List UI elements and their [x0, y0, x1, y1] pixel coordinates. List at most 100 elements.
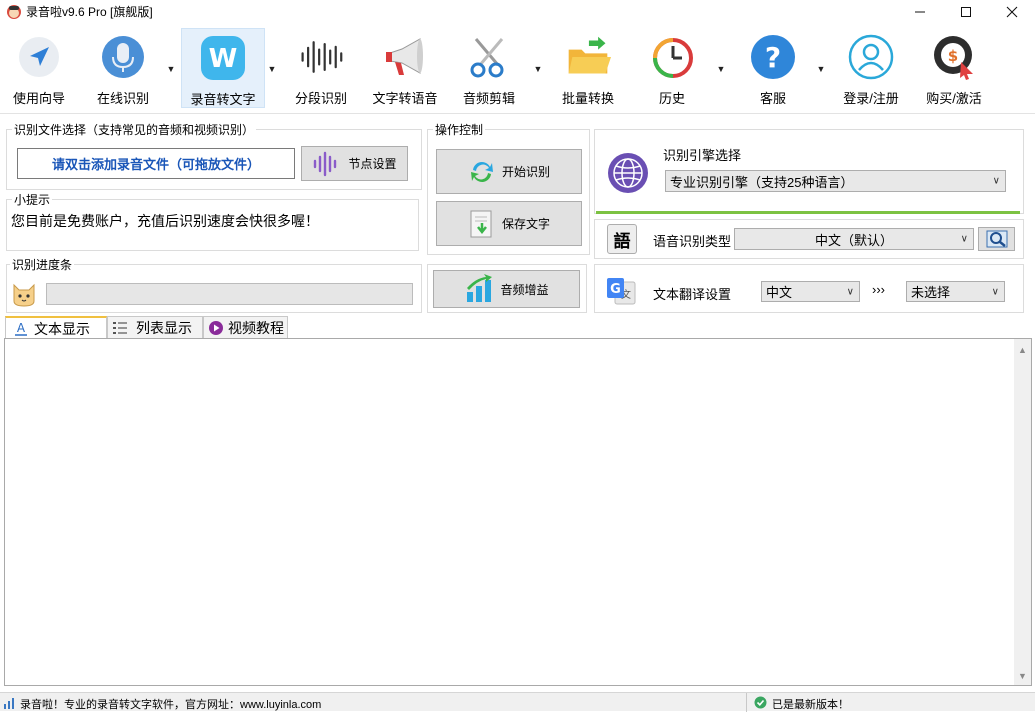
tab-list-display[interactable]: 列表显示 [107, 316, 203, 338]
translate-to-value: 未选择 [911, 285, 951, 300]
engine-select-value: 专业识别引擎（支持25种语言） [670, 174, 854, 190]
toolbar-guide-button[interactable]: 使用向导 [6, 28, 72, 108]
online-recognition-dropdown-icon[interactable]: ▼ [166, 64, 176, 74]
scroll-up-icon[interactable]: ▲ [1018, 345, 1027, 355]
window-title: 录音啦v9.6 Pro [旗舰版] [26, 5, 153, 19]
svg-text:$: $ [948, 47, 958, 65]
globe-icon [607, 152, 649, 194]
engine-select[interactable]: 专业识别引擎（支持25种语言） ∨ [665, 170, 1006, 192]
tips-group-label: 小提示 [12, 191, 53, 208]
support-dropdown-icon[interactable]: ▼ [816, 64, 826, 74]
check-cloud-icon [754, 696, 767, 709]
toolbar-label: 使用向导 [12, 91, 65, 106]
progress-bar [46, 283, 413, 305]
toolbar-history-button[interactable]: 历史 [637, 28, 707, 108]
search-button[interactable] [978, 227, 1015, 251]
help-question-icon: ? [750, 34, 796, 80]
purchase-coin-icon: $ [931, 34, 977, 80]
play-icon [208, 320, 224, 336]
main-toolbar: 使用向导 在线识别 ▼ W 录音转文字 ▼ 分段识别 文字转语音 音频剪辑 ▼ [0, 24, 1035, 114]
toolbar-online-recognition-button[interactable]: 在线识别 [88, 28, 158, 108]
save-document-icon [468, 209, 496, 239]
status-divider [746, 693, 747, 712]
toolbar-label: 在线识别 [96, 91, 149, 106]
cat-mascot-icon [10, 279, 38, 307]
soundwave-icon [298, 34, 344, 80]
scissors-icon [466, 34, 512, 80]
navigation-arrow-icon [16, 34, 62, 80]
translate-from-value: 中文 [766, 285, 793, 300]
gain-chart-icon [464, 274, 494, 304]
microphone-icon [100, 34, 146, 80]
audio-gain-label: 音频增益 [500, 282, 549, 297]
svg-text:?: ? [765, 41, 781, 74]
translate-to-select[interactable]: 未选择 ∨ [906, 281, 1005, 302]
title-bar: 录音啦v9.6 Pro [旗舰版] [0, 0, 1035, 24]
toolbar-audio-clip-button[interactable]: 音频剪辑 [455, 28, 523, 108]
toolbar-label: 历史 [658, 91, 685, 106]
toolbar-label: 文字转语音 [372, 91, 438, 106]
tab-label: 视频教程 [228, 319, 284, 336]
megaphone-icon [382, 34, 428, 80]
tab-text-display[interactable]: A 文本显示 [5, 316, 107, 339]
toolbar-login-button[interactable]: 登录/注册 [836, 28, 906, 108]
translate-label: 文本翻译设置 [653, 287, 732, 302]
audio-wave-icon [312, 151, 338, 177]
engine-status-line [596, 211, 1020, 214]
toolbar-text-to-speech-button[interactable]: 文字转语音 [366, 28, 444, 108]
vertical-scrollbar[interactable]: ▲ ▼ [1014, 339, 1031, 685]
tab-label: 文本显示 [34, 320, 90, 337]
minimize-button[interactable] [897, 0, 943, 24]
toolbar-label: 批量转换 [561, 91, 614, 106]
history-clock-icon [649, 34, 695, 80]
language-icon-button[interactable]: 語 [607, 224, 637, 254]
audio-clip-dropdown-icon[interactable]: ▼ [533, 64, 543, 74]
toolbar-label: 购买/激活 [926, 91, 982, 106]
status-bar: 录音啦！专业的录音转文字软件，官方网址：www.luyinla.com 已是最新… [0, 692, 1035, 712]
svg-text:G: G [610, 282, 621, 297]
w-app-icon: W [200, 35, 246, 81]
scroll-down-icon[interactable]: ▼ [1018, 671, 1027, 681]
refresh-icon [468, 158, 496, 186]
signal-bars-icon [3, 696, 16, 709]
close-button[interactable] [989, 0, 1035, 24]
user-icon [848, 34, 894, 80]
toolbar-segment-recognition-button[interactable]: 分段识别 [288, 28, 354, 108]
start-recognition-label: 开始识别 [501, 165, 550, 179]
toolbar-support-button[interactable]: ? 客服 [738, 28, 808, 108]
toolbar-label: 登录/注册 [843, 91, 899, 106]
chevron-down-icon: ∨ [991, 286, 999, 297]
svg-text:A: A [17, 321, 26, 335]
maximize-button[interactable] [943, 0, 989, 24]
translate-arrows: ››› [872, 282, 885, 297]
recognized-text-area[interactable]: ▲ ▼ [4, 338, 1032, 686]
status-left-text: 录音啦！专业的录音转文字软件，官方网址：www.luyinla.com [20, 699, 322, 711]
toolbar-label: 客服 [759, 91, 786, 106]
tab-video-tutorial[interactable]: 视频教程 [203, 316, 288, 338]
app-logo-icon [6, 4, 22, 20]
audio-gain-button[interactable]: 音频增益 [433, 270, 580, 308]
save-text-button[interactable]: 保存文字 [436, 201, 582, 246]
toolbar-audio-to-text-button[interactable]: W 录音转文字 [181, 28, 265, 108]
toolbar-batch-convert-button[interactable]: 批量转换 [553, 28, 623, 108]
tips-text: 您目前是免费账户，充值后识别速度会快很多喔！ [11, 213, 319, 229]
save-text-label: 保存文字 [501, 217, 550, 231]
chevron-down-icon: ∨ [992, 175, 1000, 187]
translate-from-select[interactable]: 中文 ∨ [761, 281, 860, 302]
search-icon [986, 230, 1008, 248]
history-dropdown-icon[interactable]: ▼ [716, 64, 726, 74]
audio-to-text-dropdown-icon[interactable]: ▼ [267, 64, 277, 74]
node-settings-button[interactable]: 节点设置 [301, 146, 408, 181]
recog-type-select[interactable]: 中文（默认） ∨ [734, 228, 974, 250]
text-format-icon: A [14, 321, 28, 337]
svg-text:W: W [209, 44, 238, 74]
recog-type-select-value: 中文（默认） [814, 232, 893, 248]
file-select-group-label: 识别文件选择（支持常见的音频和视频识别） [12, 121, 257, 138]
status-right-text: 已是最新版本！ [772, 699, 849, 711]
add-file-button[interactable]: 请双击添加录音文件（可拖放文件） [17, 148, 295, 179]
recog-type-label: 语音识别类型 [653, 234, 732, 249]
start-recognition-button[interactable]: 开始识别 [436, 149, 582, 194]
engine-label: 识别引擎选择 [663, 148, 742, 163]
toolbar-label: 录音转文字 [190, 92, 256, 107]
toolbar-purchase-button[interactable]: $ 购买/激活 [918, 28, 990, 108]
